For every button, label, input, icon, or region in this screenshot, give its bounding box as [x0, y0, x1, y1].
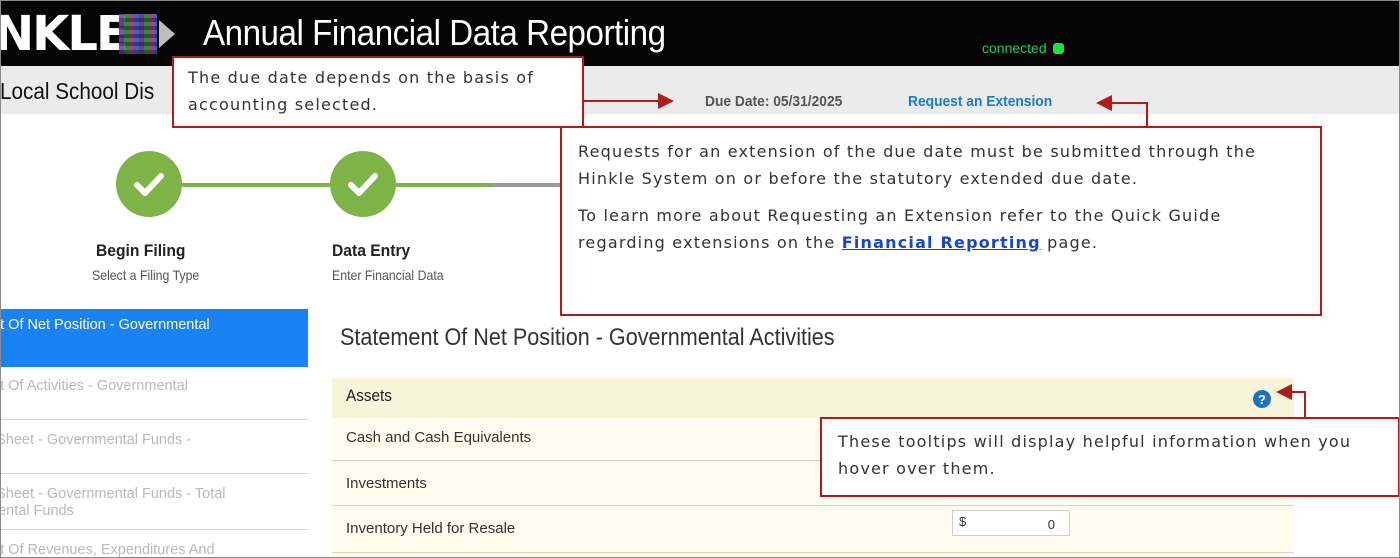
tooltip-callout-text: These tooltips will display helpful info…	[838, 432, 1352, 478]
sidebar-item-activities[interactable]: ent Of Activities - Governmental es	[0, 370, 308, 420]
step-title: Begin Filing	[96, 241, 186, 260]
sidebar-item-revenues[interactable]: ent Of Revenues, Expenditures And	[0, 534, 308, 558]
sidebar-item-label: es	[0, 334, 298, 351]
financial-reporting-link[interactable]: Financial Reporting	[842, 233, 1041, 252]
callout-arrow-line	[1304, 392, 1306, 418]
connection-status-text: connected	[982, 40, 1047, 56]
row-label-cash: Cash and Cash Equivalents	[346, 429, 532, 446]
tooltip-callout: These tooltips will display helpful info…	[820, 417, 1400, 497]
row-label-investments: Investments	[346, 475, 427, 492]
sidebar-item-label: es	[0, 395, 298, 412]
callout-arrow-line	[1112, 102, 1148, 104]
due-date-callout-text: The due date depends on the basis of acc…	[188, 68, 535, 114]
step-subtitle: Select a Filing Type	[92, 267, 200, 283]
callout-arrow-icon	[658, 93, 674, 109]
help-icon[interactable]: ?	[1253, 390, 1271, 408]
sidebar-item-label: ent Of Revenues, Expenditures And	[0, 542, 215, 558]
amount-value: 0	[1047, 517, 1055, 532]
sidebar-item-label: mental Funds	[0, 503, 74, 519]
extension-callout-text-part: page.	[1040, 233, 1099, 252]
assets-section-header	[332, 378, 1294, 418]
app-title: Annual Financial Data Reporting	[203, 12, 666, 53]
check-icon	[134, 173, 164, 196]
sidebar-item-label: al	[0, 449, 298, 466]
step-data-entry-icon	[330, 151, 396, 217]
callout-arrow-line	[584, 100, 660, 102]
callout-arrow-line	[1290, 391, 1306, 393]
district-name: Local School Dis	[0, 78, 155, 104]
callout-arrow-icon	[1096, 95, 1112, 111]
request-extension-link[interactable]: Request an Extension	[908, 93, 1052, 110]
assets-section-title: Assets	[346, 386, 392, 405]
sidebar-item-balance-sheet-total[interactable]: e Sheet - Governmental Funds - Total men…	[0, 478, 308, 530]
callout-arrow-line	[1146, 103, 1148, 126]
extension-callout-text: Requests for an extension of the due dat…	[578, 142, 1257, 188]
callout-arrow-icon	[1276, 384, 1292, 400]
sidebar-item-label: e Sheet - Governmental Funds - Total	[0, 486, 226, 502]
sidebar-item-label: ent Of Net Position - Governmental	[0, 317, 210, 333]
step-title: Data Entry	[332, 241, 411, 260]
step-connector	[396, 183, 492, 187]
sidebar-item-net-position[interactable]: ent Of Net Position - Governmental es	[0, 309, 308, 367]
logo-mosaic-icon	[118, 14, 157, 54]
step-connector	[180, 183, 332, 187]
sidebar-item-balance-sheet-general[interactable]: e Sheet - Governmental Funds - al	[0, 424, 308, 474]
inventory-amount-input[interactable]: $ 0	[952, 510, 1070, 536]
row-divider	[332, 552, 1294, 553]
page-title: Statement Of Net Position - Governmental…	[340, 324, 835, 351]
screenshot-frame: NKLE Annual Financial Data Reporting con…	[0, 0, 1400, 558]
row-label-inventory: Inventory Held for Resale	[346, 520, 516, 537]
due-date-callout: The due date depends on the basis of acc…	[172, 56, 584, 128]
connection-status: connected	[982, 40, 1064, 56]
step-begin-filing-icon	[116, 151, 182, 217]
extension-callout: Requests for an extension of the due dat…	[560, 126, 1322, 316]
step-connector-pending	[492, 183, 562, 187]
sidebar-item-label: e Sheet - Governmental Funds -	[0, 432, 192, 448]
hinkle-logo: NKLE	[0, 6, 175, 62]
due-date: Due Date: 05/31/2025	[705, 93, 843, 110]
logo-arrow-icon	[158, 20, 175, 48]
status-indicator-icon	[1052, 42, 1064, 54]
extension-callout-text: To learn more about Requesting an Extens…	[578, 202, 1304, 256]
sidebar-item-label: ent Of Activities - Governmental	[0, 378, 188, 394]
currency-symbol: $	[959, 514, 967, 529]
step-subtitle: Enter Financial Data	[332, 267, 444, 283]
row-divider	[332, 505, 1294, 506]
check-icon	[348, 173, 378, 196]
logo-text: NKLE	[0, 6, 129, 62]
